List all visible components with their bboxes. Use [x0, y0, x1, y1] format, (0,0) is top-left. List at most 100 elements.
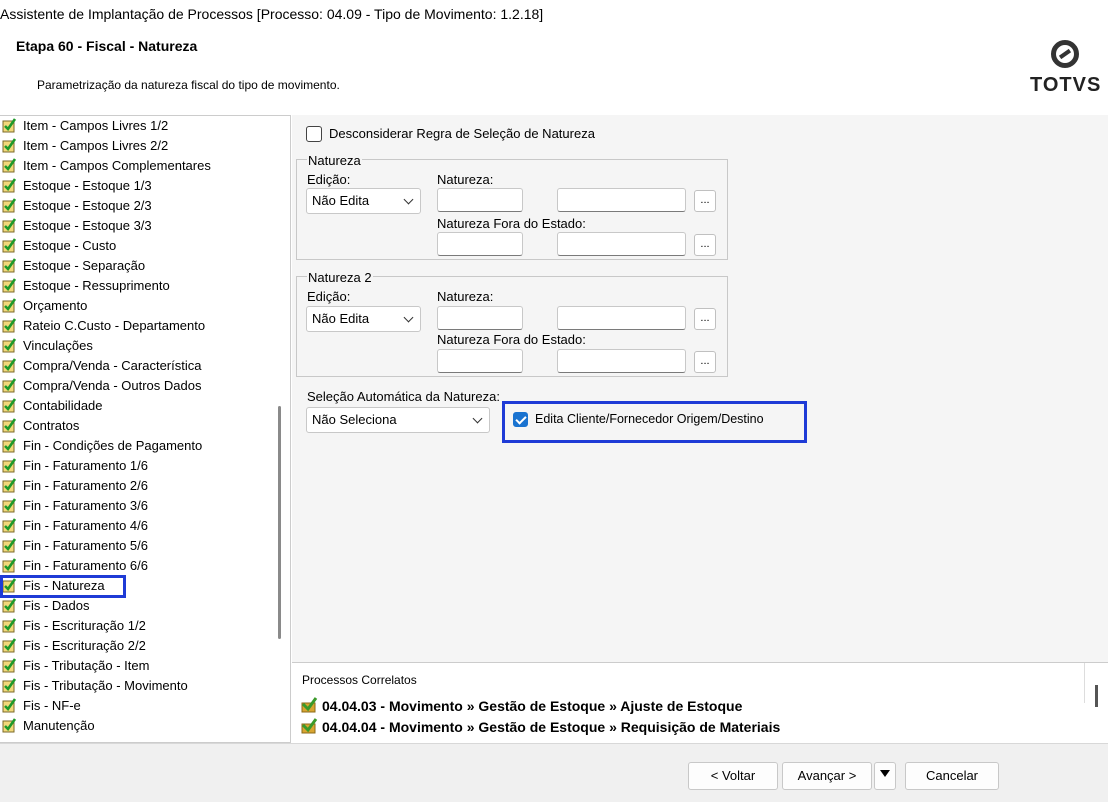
completed-check-icon: [2, 338, 17, 353]
tree-item-label: Fis - NF-e: [23, 698, 81, 713]
ignore-rule-label: Desconsiderar Regra de Seleção de Nature…: [329, 126, 595, 141]
tree-item-label: Fin - Faturamento 3/6: [23, 498, 148, 513]
natureza2-browse-button[interactable]: ...: [694, 308, 716, 330]
tree-item[interactable]: Fin - Faturamento 3/6: [2, 496, 148, 516]
back-button[interactable]: < Voltar: [688, 762, 778, 790]
related-scrollbar[interactable]: [1095, 685, 1098, 707]
tree-item[interactable]: Estoque - Estoque 1/3: [2, 176, 152, 196]
edit2-label: Edição:: [307, 289, 351, 304]
tree-item[interactable]: Fis - Escrituração 1/2: [2, 616, 146, 636]
fora2-desc-input[interactable]: [557, 349, 686, 373]
completed-check-icon: [2, 518, 17, 533]
completed-check-icon: [2, 258, 17, 273]
tree-item[interactable]: Fin - Condições de Pagamento: [2, 436, 202, 456]
natureza-code-input[interactable]: [437, 188, 523, 212]
tree-item-label: Fis - Tributação - Movimento: [23, 678, 188, 693]
tree-scrollbar[interactable]: [278, 406, 281, 639]
completed-check-icon: [2, 558, 17, 573]
tree-item-label: Fis - Escrituração 2/2: [23, 638, 146, 653]
process-icon: [301, 697, 318, 713]
tree-item[interactable]: Compra/Venda - Outros Dados: [2, 376, 201, 396]
tree-item-label: Item - Campos Complementares: [23, 158, 211, 173]
tree-item[interactable]: Fin - Faturamento 6/6: [2, 556, 148, 576]
edit2-select[interactable]: Não Edita: [306, 306, 421, 332]
step-description: Parametrização da natureza fiscal do tip…: [37, 78, 340, 92]
tree-item-label: Contratos: [23, 418, 80, 433]
natureza2-desc-input[interactable]: [557, 306, 686, 330]
edit-label: Edição:: [307, 172, 351, 187]
tree-item[interactable]: Orçamento: [2, 296, 87, 316]
completed-check-icon: [2, 298, 17, 313]
completed-check-icon: [2, 158, 17, 173]
tree-item[interactable]: Fin - Faturamento 1/6: [2, 456, 148, 476]
tree-item[interactable]: Fin - Faturamento 5/6: [2, 536, 148, 556]
fora-browse-button[interactable]: ...: [694, 234, 716, 256]
caret-down-icon: [880, 770, 890, 777]
tree-item-label: Estoque - Ressuprimento: [23, 278, 170, 293]
tree-item-label: Item - Campos Livres 2/2: [23, 138, 169, 153]
tree-item[interactable]: Item - Campos Livres 2/2: [2, 136, 168, 156]
completed-check-icon: [2, 378, 17, 393]
tree-item[interactable]: Vinculações: [2, 336, 93, 356]
tree-item[interactable]: Estoque - Ressuprimento: [2, 276, 170, 296]
tree-item[interactable]: Fis - Dados: [2, 596, 89, 616]
completed-check-icon: [2, 618, 17, 633]
natureza2-code-input[interactable]: [437, 306, 523, 330]
chevron-down-icon: [403, 312, 414, 323]
completed-check-icon: [2, 318, 17, 333]
related-title: Processos Correlatos: [302, 673, 417, 687]
related-item[interactable]: 04.04.03 - Movimento » Gestão de Estoque…: [300, 697, 742, 714]
tree-item[interactable]: Compra/Venda - Característica: [2, 356, 201, 376]
tree-item[interactable]: Fin - Faturamento 2/6: [2, 476, 148, 496]
tree-item-label: Estoque - Custo: [23, 238, 117, 253]
tree-item-label: Vinculações: [23, 338, 93, 353]
tree-item[interactable]: Estoque - Separação: [2, 256, 145, 276]
fora-desc-input[interactable]: [557, 232, 686, 256]
cancel-button[interactable]: Cancelar: [905, 762, 999, 790]
natureza-desc-input[interactable]: [557, 188, 686, 212]
completed-check-icon: [2, 398, 17, 413]
form-panel: Desconsiderar Regra de Seleção de Nature…: [292, 115, 1108, 662]
fora2-code-input[interactable]: [437, 349, 523, 373]
completed-check-icon: [2, 178, 17, 193]
window-title: Assistente de Implantação de Processos […: [0, 0, 1108, 30]
tree-item[interactable]: Contabilidade: [2, 396, 103, 416]
tree-item[interactable]: Fin - Faturamento 4/6: [2, 516, 148, 536]
tree-item-label: Estoque - Estoque 2/3: [23, 198, 152, 213]
tree-item-label: Orçamento: [23, 298, 88, 313]
completed-check-icon: [2, 138, 17, 153]
tree-item[interactable]: Item - Campos Livres 1/2: [2, 116, 168, 136]
completed-check-icon: [2, 458, 17, 473]
completed-check-icon: [2, 678, 17, 693]
ignore-rule-checkbox[interactable]: [306, 126, 322, 142]
tree-item[interactable]: Contratos: [2, 416, 79, 436]
tree-item[interactable]: Estoque - Estoque 2/3: [2, 196, 152, 216]
tree-item[interactable]: Estoque - Custo: [2, 236, 116, 256]
tree-item[interactable]: Fis - Tributação - Item: [2, 656, 149, 676]
tree-item[interactable]: Estoque - Estoque 3/3: [2, 216, 152, 236]
edit-client-checkbox[interactable]: [513, 412, 528, 427]
tree-item[interactable]: Fis - NF-e: [2, 696, 81, 716]
tree-item[interactable]: Fis - Tributação - Movimento: [2, 676, 188, 696]
next-button[interactable]: Avançar >: [782, 762, 872, 790]
tree-item[interactable]: Item - Campos Complementares: [2, 156, 211, 176]
completed-check-icon: [2, 418, 17, 433]
steps-tree[interactable]: Item - Campos Livres 1/2 Item - Campos Li…: [0, 115, 291, 743]
completed-check-icon: [2, 118, 17, 133]
completed-check-icon: [2, 198, 17, 213]
natureza-browse-button[interactable]: ...: [694, 190, 716, 212]
tree-item-label: Estoque - Estoque 3/3: [23, 218, 152, 233]
tree-item[interactable]: Rateio C.Custo - Departamento: [2, 316, 205, 336]
tree-item[interactable]: Manutenção: [2, 716, 95, 736]
tree-item-label: Rateio C.Custo - Departamento: [23, 318, 206, 333]
related-item[interactable]: 04.04.04 - Movimento » Gestão de Estoque…: [300, 718, 780, 735]
edit-select[interactable]: Não Edita: [306, 188, 421, 214]
totvs-logo: TOTVS: [1030, 40, 1100, 104]
completed-check-icon: [2, 538, 17, 553]
tree-item[interactable]: Fis - Escrituração 2/2: [2, 636, 146, 656]
next-dropdown-button[interactable]: [874, 762, 896, 790]
fora2-browse-button[interactable]: ...: [694, 351, 716, 373]
auto-select-dropdown[interactable]: Não Seleciona: [306, 407, 490, 433]
tree-item-label: Fis - Dados: [23, 598, 90, 613]
fora-code-input[interactable]: [437, 232, 523, 256]
